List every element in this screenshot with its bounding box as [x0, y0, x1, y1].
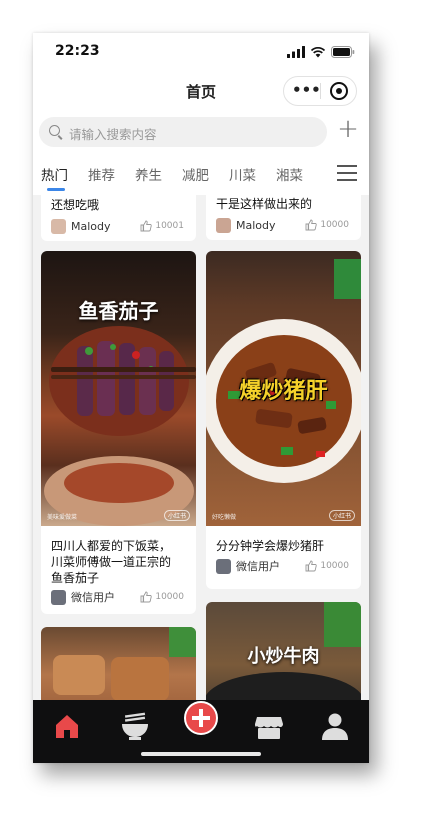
thumbs-up-icon: [305, 560, 318, 572]
recipe-image: 小炒牛肉: [206, 602, 361, 700]
card-title: 还想吃哦: [51, 198, 100, 212]
like-number: 10001: [155, 221, 184, 231]
image-source-badge: 小红书: [163, 510, 190, 521]
like-number: 10000: [155, 592, 184, 602]
author-name: 微信用户: [236, 560, 280, 573]
braised-pork-illustration: [53, 627, 196, 700]
active-tab-indicator: [47, 188, 65, 191]
card-title: 四川人都爱的下饭菜， 川菜师傅做一道正宗的 鱼香茄子: [51, 538, 171, 586]
search-placeholder: 请输入搜索内容: [69, 127, 157, 142]
image-caption: 爆炒猪肝: [239, 379, 328, 404]
eggplant-dish-illustration: [44, 326, 196, 526]
card-title-line: 分分钟学会爆炒猪肝: [216, 539, 325, 553]
close-miniprogram-icon[interactable]: [330, 82, 348, 100]
status-time: 22:23: [55, 43, 100, 59]
profile-icon[interactable]: [317, 708, 353, 744]
bottom-tab-bar: [33, 700, 369, 763]
status-icons: [287, 45, 355, 59]
store-icon[interactable]: [251, 708, 287, 744]
image-caption: 小炒牛肉: [247, 646, 320, 667]
image-watermark: 好吃懒做: [212, 514, 237, 521]
card-title-line: 四川人都爱的下饭菜，: [51, 539, 172, 553]
tab-sichuan[interactable]: 川菜: [229, 164, 256, 184]
like-count[interactable]: 10000: [305, 217, 349, 233]
avatar: [51, 218, 66, 234]
card-title: 干是这样做出来的: [216, 197, 313, 211]
like-count[interactable]: 10000: [140, 589, 184, 605]
signal-icon: [287, 46, 305, 58]
capsule-divider: [320, 83, 321, 99]
miniprogram-capsule: •••: [283, 76, 357, 106]
category-tabs: 热门 推荐 养生 减肥 川菜 湘菜: [33, 155, 369, 195]
like-number: 10000: [320, 220, 349, 230]
tab-recommended[interactable]: 推荐: [88, 164, 115, 184]
thumbs-up-icon: [140, 220, 153, 232]
status-bar: 22:23: [33, 33, 369, 71]
tab-diet[interactable]: 减肥: [182, 164, 209, 184]
phone-screen: 22:23 首页 ••• 请输入搜索内容 + 热门 推荐 养生 减肥 川菜 湘菜…: [33, 33, 369, 763]
image-watermark: 美味爱做菜: [47, 514, 78, 521]
card-author: 微信用户: [51, 589, 115, 605]
home-icon[interactable]: [49, 708, 85, 744]
author-name: Malody: [71, 219, 111, 233]
bowl-icon[interactable]: [117, 708, 153, 744]
recipe-card[interactable]: 爆炒猪肝 好吃懒做 小红书 分分钟学会爆炒猪肝 微信用户 10000: [206, 251, 361, 589]
recipe-card[interactable]: 鱼香茄子 美味爱做菜 小红书 四川人都爱的下饭菜， 川菜师傅做一道正宗的 鱼香茄…: [41, 251, 196, 614]
search-row: 请输入搜索内容 +: [33, 115, 369, 155]
search-icon: [49, 125, 60, 136]
menu-icon[interactable]: [337, 165, 357, 181]
recipe-card[interactable]: [41, 627, 196, 700]
author-name: 微信用户: [71, 591, 115, 604]
card-title-line: 川菜师傅做一道正宗的: [51, 555, 172, 569]
like-count[interactable]: 10001: [140, 218, 184, 234]
recipe-image: 鱼香茄子 美味爱做菜 小红书: [41, 251, 196, 526]
more-options-button[interactable]: •••: [292, 79, 321, 103]
card-title-line: 鱼香茄子: [51, 571, 100, 585]
recipe-card[interactable]: 还想吃哦 Malody 10001: [41, 195, 196, 241]
recipe-image: 爆炒猪肝 好吃懒做 小红书: [206, 251, 361, 526]
tab-hunan[interactable]: 湘菜: [276, 164, 303, 184]
avatar: [216, 558, 231, 574]
card-title: 分分钟学会爆炒猪肝: [216, 538, 324, 554]
image-caption: 鱼香茄子: [78, 299, 159, 323]
author-name: Malody: [236, 218, 276, 232]
navigation-bar: 首页 •••: [33, 71, 369, 115]
add-icon[interactable]: +: [335, 115, 361, 145]
wifi-icon: [310, 46, 326, 58]
add-icon[interactable]: [183, 700, 219, 736]
recipe-card[interactable]: 干是这样做出来的 Malody 10000: [206, 195, 361, 240]
avatar: [216, 217, 231, 233]
avatar: [51, 589, 66, 605]
search-input[interactable]: 请输入搜索内容: [39, 117, 327, 147]
image-source-badge: 小红书: [328, 510, 355, 521]
home-indicator: [141, 752, 261, 756]
thumbs-up-icon: [305, 219, 318, 231]
card-author: 微信用户: [216, 558, 280, 574]
card-author: Malody: [216, 217, 276, 233]
card-author: Malody: [51, 218, 111, 234]
recipe-card[interactable]: 小炒牛肉: [206, 602, 361, 700]
recipe-feed: 还想吃哦 Malody 10001 干是这样做出来的 Malody 10000: [33, 195, 369, 700]
tab-hot[interactable]: 热门: [41, 164, 68, 184]
tab-health[interactable]: 养生: [135, 164, 162, 184]
like-count[interactable]: 10000: [305, 558, 349, 574]
thumbs-up-icon: [140, 591, 153, 603]
battery-icon: [331, 46, 355, 58]
recipe-image: [41, 627, 196, 700]
like-number: 10000: [320, 561, 349, 571]
